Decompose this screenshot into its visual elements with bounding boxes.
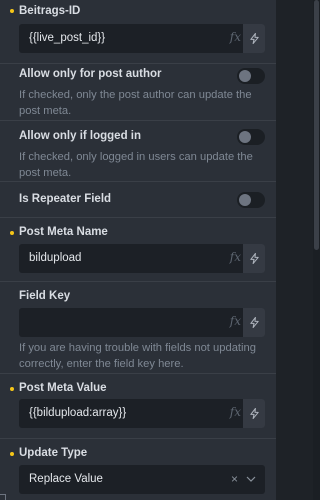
fx-icon[interactable]: fx bbox=[230, 405, 241, 419]
clear-icon[interactable]: × bbox=[231, 472, 238, 486]
settings-panel: Beitrags-ID {{live_post_id}} fx Allow on… bbox=[0, 0, 276, 500]
allow-logged-in-toggle[interactable] bbox=[237, 129, 265, 145]
beitrags-id-label: Beitrags-ID bbox=[19, 5, 81, 17]
post-meta-name-input[interactable]: bildupload fx bbox=[19, 244, 265, 273]
bolt-icon bbox=[249, 408, 259, 419]
scrollbar[interactable] bbox=[313, 0, 320, 500]
fx-icon[interactable]: fx bbox=[230, 30, 241, 44]
post-meta-value-value: {{bildupload:array}} bbox=[29, 407, 127, 419]
scrollbar-thumb[interactable] bbox=[314, 0, 319, 250]
update-type-value: Replace Value bbox=[29, 473, 103, 485]
required-dot bbox=[10, 9, 14, 13]
bolt-icon bbox=[249, 253, 259, 264]
toggle-knob bbox=[239, 194, 251, 206]
update-type-label: Update Type bbox=[19, 447, 88, 459]
update-type-select[interactable]: Replace Value × bbox=[19, 465, 265, 494]
chevron-down-icon[interactable] bbox=[246, 475, 256, 483]
dynamic-data-button[interactable] bbox=[243, 308, 265, 337]
required-dot bbox=[10, 231, 14, 235]
field-key-description: If you are having trouble with fields no… bbox=[19, 342, 256, 370]
beitrags-id-input[interactable]: {{live_post_id}} fx bbox=[19, 24, 265, 53]
toggle-knob bbox=[239, 131, 251, 143]
dynamic-data-button[interactable] bbox=[243, 399, 265, 428]
field-key-label: Field Key bbox=[19, 290, 71, 302]
section-field-key: Field Key fx If you are having trouble w… bbox=[0, 282, 276, 374]
section-post-meta-value: Post Meta Value {{bildupload:array}} fx bbox=[0, 374, 276, 439]
section-beitrags-id: Beitrags-ID {{live_post_id}} fx bbox=[0, 0, 276, 64]
field-key-input[interactable]: fx bbox=[19, 308, 265, 337]
allow-post-author-description: If checked, only the post author can upd… bbox=[19, 89, 252, 117]
bolt-icon bbox=[249, 317, 259, 328]
allow-post-author-label: Allow only for post author bbox=[19, 68, 162, 80]
fx-icon[interactable]: fx bbox=[230, 314, 241, 328]
allow-logged-in-label: Allow only if logged in bbox=[19, 130, 142, 142]
dynamic-data-button[interactable] bbox=[243, 24, 265, 53]
repeater-field-label: Is Repeater Field bbox=[19, 193, 112, 205]
post-meta-value-label: Post Meta Value bbox=[19, 382, 107, 394]
fx-icon[interactable]: fx bbox=[230, 250, 241, 264]
section-allow-logged-in: Allow only if logged in If checked, only… bbox=[0, 121, 276, 182]
section-update-type: Update Type Replace Value × bbox=[0, 439, 276, 500]
section-post-meta-name: Post Meta Name bildupload fx bbox=[0, 218, 276, 282]
repeater-field-toggle[interactable] bbox=[237, 192, 265, 208]
allow-logged-in-description: If checked, only logged in users can upd… bbox=[19, 151, 253, 179]
post-meta-name-label: Post Meta Name bbox=[19, 226, 108, 238]
allow-post-author-toggle[interactable] bbox=[237, 68, 265, 84]
resize-corner bbox=[0, 494, 6, 500]
bolt-icon bbox=[249, 33, 259, 44]
toggle-knob bbox=[239, 70, 251, 82]
post-meta-name-value: bildupload bbox=[29, 252, 82, 264]
section-repeater-field: Is Repeater Field bbox=[0, 182, 276, 218]
required-dot bbox=[10, 387, 14, 391]
required-dot bbox=[10, 452, 14, 456]
post-meta-value-input[interactable]: {{bildupload:array}} fx bbox=[19, 399, 265, 428]
dynamic-data-button[interactable] bbox=[243, 244, 265, 273]
section-allow-post-author: Allow only for post author If checked, o… bbox=[0, 64, 276, 121]
beitrags-id-value: {{live_post_id}} bbox=[29, 32, 106, 44]
